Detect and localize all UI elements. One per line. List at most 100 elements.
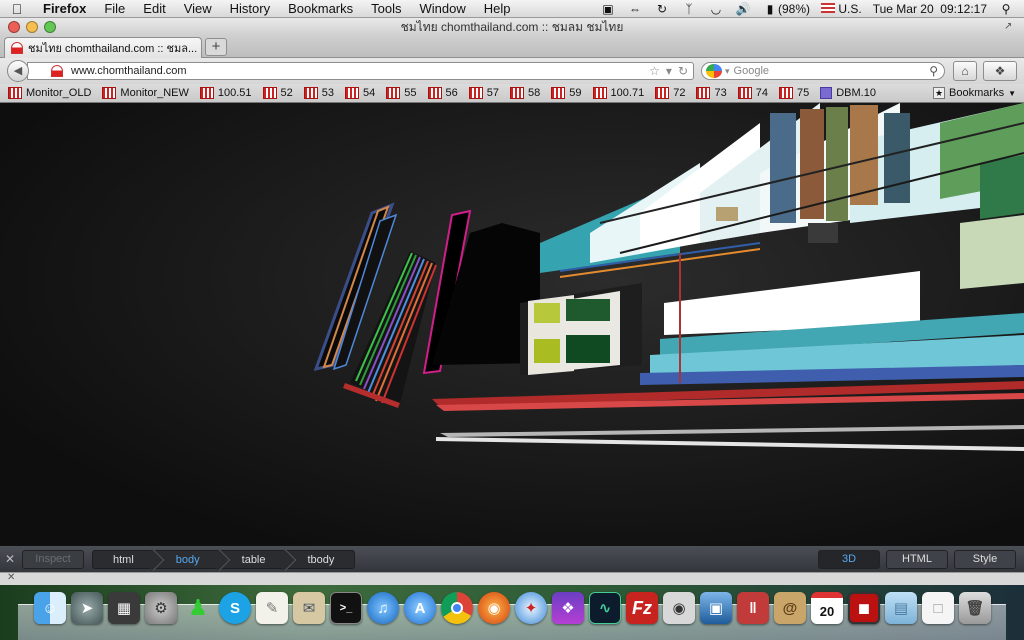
search-icon[interactable]: ⚲ [929, 64, 944, 78]
volume-icon[interactable]: 🔊 [735, 2, 751, 16]
menu-edit[interactable]: Edit [134, 1, 174, 16]
input-source[interactable]: U.S. [821, 2, 862, 16]
bookmark-item[interactable]: DBM.10 [820, 87, 876, 99]
search-bar[interactable]: ▾ Google ⚲ [701, 62, 945, 80]
url-bar[interactable]: www.chomthailand.com ☆ ▾ ↻ [27, 62, 694, 80]
battery-icon: ▮ [766, 1, 774, 16]
bookmark-label: 54 [363, 87, 376, 99]
menu-tools[interactable]: Tools [362, 1, 410, 16]
filezilla-icon[interactable]: Fz [626, 592, 658, 624]
bookmark-item[interactable]: 56 [427, 87, 458, 99]
wifi-icon[interactable]: ◡ [708, 2, 724, 16]
bookmark-item[interactable]: 74 [737, 87, 768, 99]
virtualbox-icon[interactable]: ▣ [700, 592, 732, 624]
dom-3d-visualization[interactable] [0, 103, 1024, 545]
screen-mirror-icon[interactable]: ▣ [600, 2, 616, 16]
find-bar: ✕ [0, 572, 1024, 585]
firefox-icon[interactable]: ◉ [478, 592, 510, 624]
close-findbar-icon[interactable]: ✕ [7, 572, 15, 583]
folder-icon[interactable]: ▤ [885, 592, 917, 624]
style-panel-button[interactable]: Style [954, 549, 1016, 569]
back-button[interactable]: ◀ [7, 60, 29, 82]
menu-window[interactable]: Window [411, 1, 475, 16]
menu-bookmarks[interactable]: Bookmarks [279, 1, 362, 16]
dock: ☺ ➤ ▦ ⚙ ♟ S ✎ ✉ >_ ♫ A ◉ ✦ ❖ ∿ Fz ◉ ▣ ‖ … [34, 592, 991, 624]
mls-icon [262, 87, 277, 99]
itunes-icon[interactable]: ♫ [367, 592, 399, 624]
photo-booth-icon[interactable]: ◼ [848, 592, 880, 624]
new-tab-button[interactable]: + [205, 38, 227, 56]
google-icon[interactable] [706, 64, 722, 78]
bookmark-item[interactable]: 54 [345, 87, 375, 99]
app-store-icon[interactable]: A [404, 592, 436, 624]
dashboard-icon[interactable]: ▦ [108, 592, 140, 624]
parallels-icon[interactable]: ‖ [737, 592, 769, 624]
calendar-icon[interactable]: 20 [811, 592, 843, 624]
bookmark-item[interactable]: 100.51 [199, 87, 252, 99]
bookmarks-menu-button[interactable]: ★ Bookmarks ▼ [933, 87, 1024, 99]
bookmark-item[interactable]: 52 [262, 87, 293, 99]
bookmark-item[interactable]: 53 [303, 87, 334, 99]
skype-icon[interactable]: S [219, 592, 251, 624]
database-icon [820, 87, 833, 99]
spotlight-icon[interactable]: ⚲ [998, 2, 1014, 16]
safari-icon[interactable]: ✦ [515, 592, 547, 624]
menu-history[interactable]: History [221, 1, 279, 16]
sync-icon[interactable]: ↻ [654, 2, 670, 16]
window-titlebar: ชมไทย chomthailand.com :: ชมลม ชมไทย ↗ [0, 18, 1024, 36]
inspect-button[interactable]: Inspect [22, 549, 84, 569]
trash-icon[interactable]: 🗑 [959, 592, 991, 624]
textedit-icon[interactable]: ✎ [256, 592, 288, 624]
finder-icon[interactable]: ☺ [34, 592, 66, 624]
tab-chomthailand[interactable]: ชมไทย chomthailand.com :: ชมล... [4, 37, 202, 58]
menu-clock[interactable]: Tue Mar 20 09:12:17 [873, 2, 987, 16]
fullscreen-icon[interactable]: ↗ [1004, 21, 1016, 33]
bookmark-item[interactable]: 57 [468, 87, 499, 99]
mls-icon [468, 87, 483, 99]
url-favicon-icon [51, 65, 63, 77]
network-arrows-icon[interactable]: ⇔ [627, 2, 643, 16]
adium-icon[interactable]: ♟ [182, 592, 214, 624]
bookmark-item[interactable]: Monitor_NEW [102, 87, 189, 99]
launchpad-icon[interactable]: ➤ [71, 592, 103, 624]
search-engine-dropdown-icon[interactable]: ▾ [725, 66, 730, 77]
bookmark-item[interactable]: 73 [696, 87, 727, 99]
html-panel-button[interactable]: HTML [886, 549, 948, 569]
bookmark-item[interactable]: 100.71 [592, 87, 644, 99]
mail-icon[interactable]: ✉ [293, 592, 325, 624]
bookmark-item[interactable]: 55 [386, 87, 417, 99]
close-inspector-icon[interactable]: ✕ [0, 552, 20, 566]
address-book-icon[interactable]: @ [774, 592, 806, 624]
search-input[interactable]: Google [734, 65, 769, 77]
battery-status[interactable]: ▮ (98%) [762, 2, 810, 16]
inspector-3d-view[interactable] [0, 103, 1024, 545]
menu-app-firefox[interactable]: Firefox [34, 1, 95, 16]
reload-icon[interactable]: ↻ [678, 64, 688, 78]
menu-view[interactable]: View [175, 1, 221, 16]
menu-help[interactable]: Help [475, 1, 520, 16]
apple-icon[interactable]:  [0, 1, 34, 17]
rubymine-icon[interactable]: ❖ [552, 592, 584, 624]
terminal-icon[interactable]: >_ [330, 592, 362, 624]
extension-button[interactable]: ❖ [983, 61, 1017, 81]
bookmark-item[interactable]: 72 [655, 87, 685, 99]
menu-file[interactable]: File [95, 1, 134, 16]
3d-view-button[interactable]: 3D [818, 549, 880, 569]
bookmark-item[interactable]: 59 [551, 87, 582, 99]
bluetooth-icon[interactable]: ᛉ [681, 2, 697, 16]
facetime-icon[interactable]: ◉ [663, 592, 695, 624]
system-preferences-icon[interactable]: ⚙ [145, 592, 177, 624]
bookmark-item[interactable]: Monitor_OLD [8, 87, 91, 99]
url-dropdown-icon[interactable]: ▾ [666, 64, 672, 78]
url-text[interactable]: www.chomthailand.com [71, 65, 187, 77]
bookmark-item[interactable]: 75 [778, 87, 809, 99]
mls-icon [386, 87, 401, 99]
bookmark-item[interactable]: 58 [510, 87, 540, 99]
breadcrumb-html[interactable]: html [92, 549, 154, 569]
activity-monitor-icon[interactable]: ∿ [589, 592, 621, 624]
mls-icon [345, 87, 360, 99]
bookmark-star-icon[interactable]: ☆ [649, 64, 660, 78]
home-button[interactable]: ⌂ [953, 61, 977, 81]
document-icon[interactable]: □ [922, 592, 954, 624]
chrome-icon[interactable] [441, 592, 473, 624]
